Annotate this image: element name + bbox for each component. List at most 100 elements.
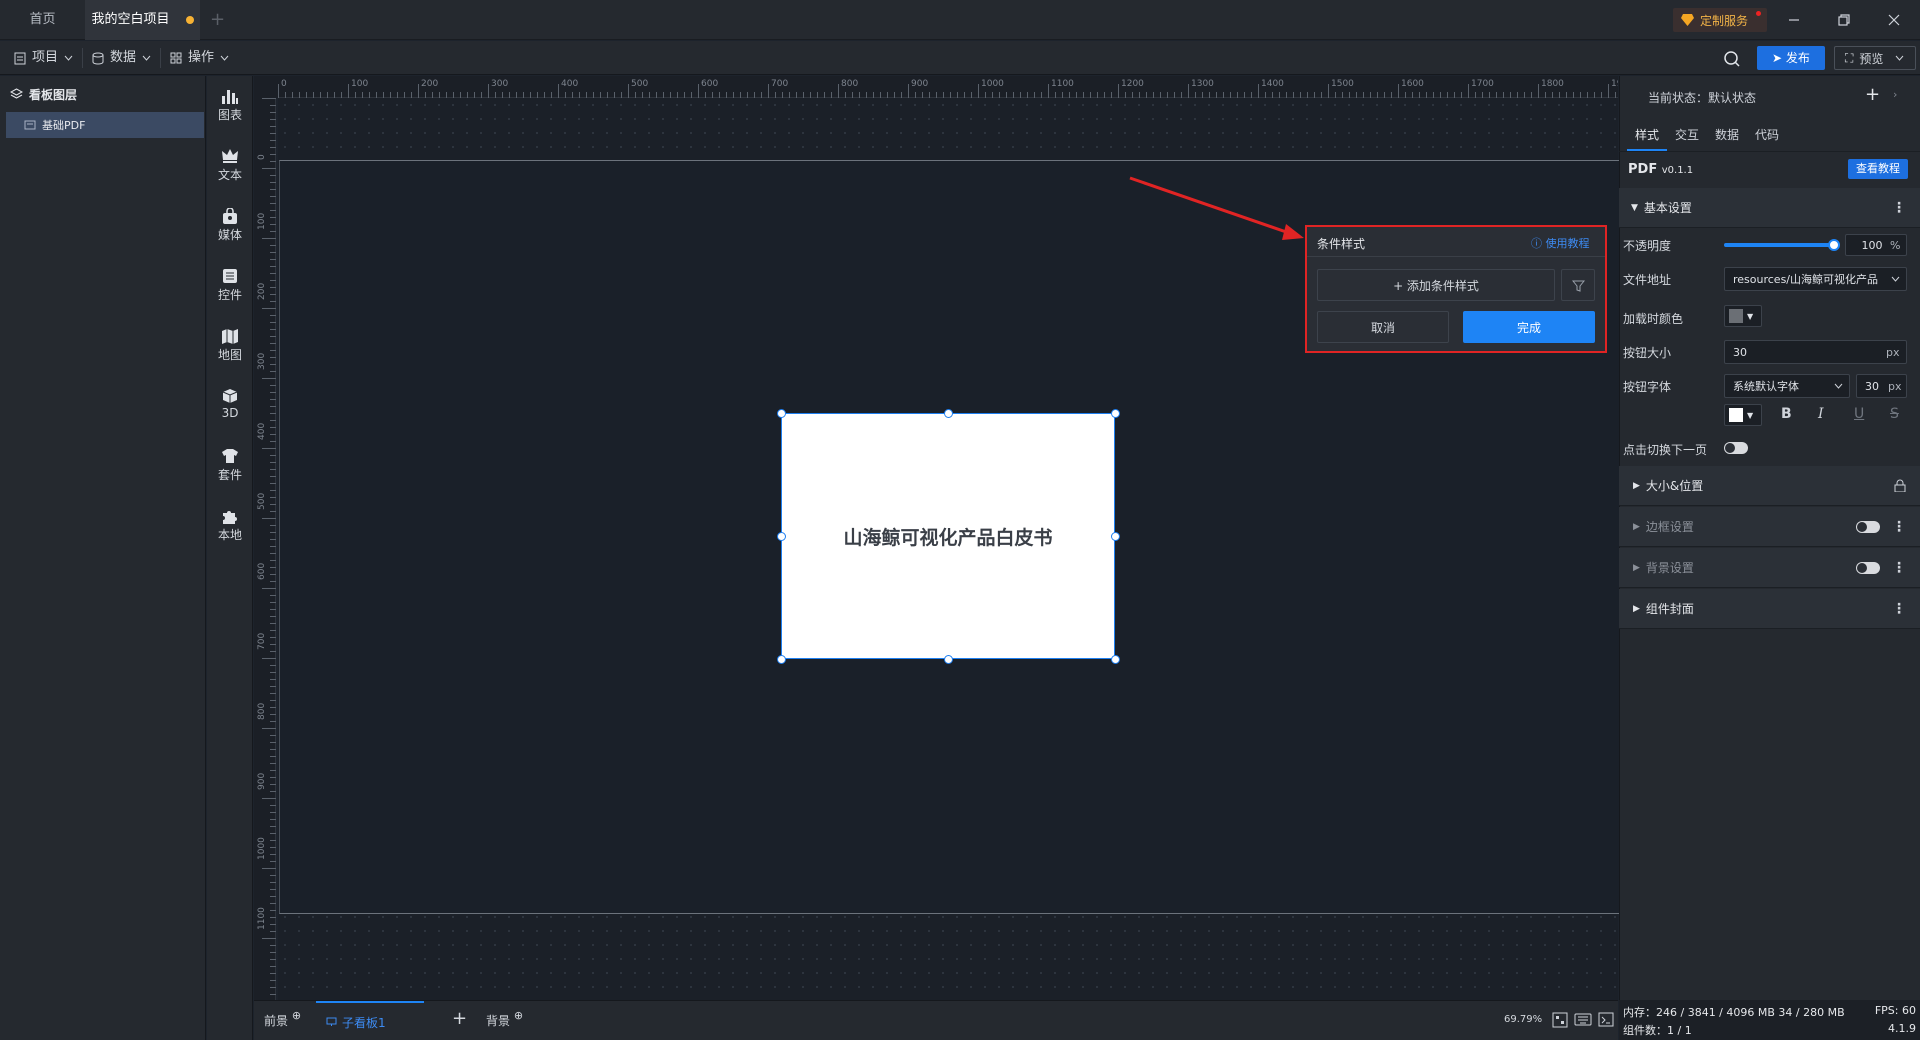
component-count: 组件数：1 / 1 — [1623, 1022, 1692, 1038]
section-size-position[interactable]: ▶ 大小&位置 — [1619, 466, 1920, 506]
tool-local[interactable]: 本地 — [207, 508, 253, 543]
foreground-tab[interactable]: 前景 ⊕ — [264, 1009, 301, 1029]
opacity-slider[interactable] — [1724, 239, 1840, 251]
layers-icon — [10, 88, 23, 99]
view-tutorial-button[interactable]: 查看教程 — [1848, 159, 1908, 179]
ruler-tick-label: 0 — [281, 79, 287, 89]
add-condition-button[interactable]: + 添加条件样式 — [1317, 269, 1555, 301]
font-size-unit: px — [1888, 379, 1902, 393]
resize-handle[interactable] — [1111, 655, 1120, 664]
tab-project[interactable]: 我的空白项目 — [85, 0, 200, 40]
caret-down-icon: ▼ — [1747, 311, 1754, 321]
new-tab-button[interactable]: + — [210, 9, 225, 30]
background-tab[interactable]: 背景 ⊕ — [486, 1009, 523, 1029]
resize-handle[interactable] — [1111, 409, 1120, 418]
tool-label: 媒体 — [217, 228, 242, 242]
terminal-icon[interactable] — [1598, 1012, 1614, 1030]
tool-chart[interactable]: 图表 — [207, 88, 253, 123]
menu-data[interactable]: 数据 — [92, 41, 151, 75]
resize-handle[interactable] — [944, 409, 953, 418]
zoom-level[interactable]: 69.79% — [1504, 1014, 1542, 1025]
underline-icon[interactable]: U — [1854, 406, 1864, 422]
pdf-component[interactable]: 山海鲸可视化产品白皮书 — [781, 413, 1115, 659]
button-size-input[interactable]: 30 px — [1724, 340, 1907, 364]
custom-service-button[interactable]: 定制服务 — [1673, 8, 1767, 32]
background-toggle[interactable] — [1856, 562, 1880, 574]
click-next-page-toggle[interactable] — [1724, 442, 1748, 454]
caret-down-icon: ▼ — [1631, 202, 1638, 213]
cancel-button[interactable]: 取消 — [1317, 311, 1449, 343]
menu-project[interactable]: 项目 — [14, 41, 73, 75]
caret-right-icon: ▶ — [1633, 521, 1640, 532]
done-button[interactable]: 完成 — [1463, 311, 1595, 343]
popup-help-link[interactable]: ⓘ 使用教程 — [1531, 235, 1590, 251]
sub-board-tab[interactable]: 子看板1 — [316, 1001, 424, 1040]
strikethrough-icon[interactable]: S — [1890, 406, 1899, 422]
ruler-tick-label: 1800 — [1541, 79, 1564, 89]
more-icon[interactable]: ⋮ — [1892, 601, 1906, 617]
add-circle-icon[interactable]: ⊕ — [514, 1009, 523, 1022]
section-basic-settings[interactable]: ▼ 基本设置 ⋮ — [1619, 188, 1920, 228]
font-color-picker[interactable]: ▼ — [1724, 404, 1762, 426]
border-toggle[interactable] — [1856, 521, 1880, 533]
font-size-input[interactable]: 30 px — [1856, 374, 1907, 398]
bold-icon[interactable]: B — [1781, 406, 1792, 422]
section-border[interactable]: ▶ 边框设置 ⋮ — [1619, 507, 1920, 547]
tool-media[interactable]: 媒体 — [207, 208, 253, 243]
tool-map[interactable]: 地图 — [207, 328, 253, 363]
resize-handle[interactable] — [777, 409, 786, 418]
chevron-right-icon[interactable]: › — [1893, 88, 1897, 101]
state-value: 默认状态 — [1708, 91, 1757, 105]
opacity-value: 100 — [1861, 238, 1883, 252]
color-swatch — [1729, 309, 1743, 323]
preview-button[interactable]: ⛶ 预览 — [1834, 46, 1916, 70]
opacity-unit: % — [1890, 238, 1901, 252]
more-icon[interactable]: ⋮ — [1892, 519, 1906, 535]
fullscreen-icon: ⛶ — [1845, 50, 1854, 65]
resize-handle[interactable] — [1111, 532, 1120, 541]
opacity-slider-knob[interactable] — [1828, 239, 1840, 251]
tab-code[interactable]: 代码 — [1747, 118, 1787, 151]
tool-text[interactable]: 文本 — [207, 148, 253, 183]
tab-home[interactable]: 首页 — [0, 0, 85, 40]
add-circle-icon[interactable]: ⊕ — [292, 1009, 301, 1022]
menu-operation[interactable]: 操作 — [170, 41, 229, 75]
search-icon[interactable] — [1722, 49, 1742, 69]
fit-screen-icon[interactable] — [1552, 1012, 1568, 1031]
publish-button[interactable]: ➤ 发布 — [1757, 46, 1825, 70]
more-icon[interactable]: ⋮ — [1892, 200, 1906, 216]
font-family-select[interactable]: 系统默认字体 — [1724, 374, 1850, 398]
menu-divider — [82, 48, 83, 68]
ruler-tick-label: 500 — [257, 493, 267, 510]
lock-icon[interactable] — [1894, 479, 1906, 492]
resize-handle[interactable] — [944, 655, 953, 664]
tab-data[interactable]: 数据 — [1707, 118, 1747, 151]
file-address-select[interactable]: resources/山海鲸可视化产品 — [1724, 267, 1907, 291]
ruler-tick-label: 100 — [351, 79, 368, 89]
font-size-value: 30 — [1865, 379, 1879, 393]
tool-kit[interactable]: 套件 — [207, 448, 253, 483]
tab-interaction[interactable]: 交互 — [1667, 118, 1707, 151]
more-icon[interactable]: ⋮ — [1892, 560, 1906, 576]
close-icon[interactable] — [1884, 10, 1904, 30]
foreground-label: 前景 — [264, 1014, 289, 1028]
keyboard-icon[interactable] — [1574, 1013, 1592, 1029]
layer-item[interactable]: 基础PDF — [6, 112, 204, 138]
add-state-button[interactable]: + — [1865, 84, 1880, 105]
tool-3d[interactable]: 3D — [207, 388, 253, 420]
minimize-icon[interactable] — [1784, 10, 1804, 30]
resize-handle[interactable] — [777, 532, 786, 541]
add-board-button[interactable]: + — [452, 1008, 467, 1029]
loading-color-picker[interactable]: ▼ — [1724, 305, 1762, 327]
tool-control[interactable]: 控件 — [207, 268, 253, 303]
italic-icon[interactable]: I — [1818, 406, 1824, 422]
tab-style[interactable]: 样式 — [1627, 118, 1667, 151]
section-background[interactable]: ▶ 背景设置 ⋮ — [1619, 548, 1920, 588]
section-cover[interactable]: ▶ 组件封面 ⋮ — [1619, 589, 1920, 629]
opacity-input[interactable]: 100 % — [1845, 234, 1907, 256]
resize-handle[interactable] — [777, 655, 786, 664]
button-size-unit: px — [1886, 345, 1900, 359]
filter-clear-button[interactable] — [1561, 269, 1595, 301]
ruler-tick-label: 1100 — [1051, 79, 1074, 89]
restore-icon[interactable] — [1834, 10, 1854, 30]
